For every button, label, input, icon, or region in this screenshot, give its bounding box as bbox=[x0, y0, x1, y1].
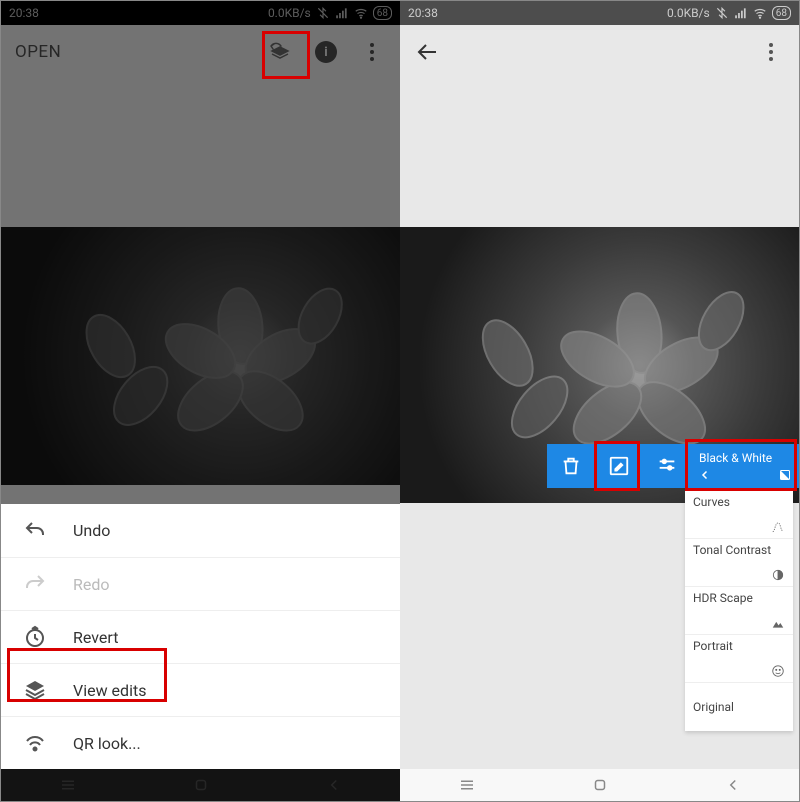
stack-label: Original bbox=[693, 700, 785, 714]
nav-bar bbox=[400, 769, 799, 801]
menu-label: Revert bbox=[73, 628, 118, 647]
image-preview bbox=[1, 227, 400, 485]
edit-stack: Curves Tonal Contrast HDR Scape Portrait… bbox=[685, 491, 793, 731]
open-button[interactable]: OPEN bbox=[15, 42, 61, 62]
nav-home-icon[interactable] bbox=[192, 776, 210, 794]
wifi-icon bbox=[753, 6, 767, 20]
menu-label: Redo bbox=[73, 575, 110, 594]
undo-icon bbox=[23, 519, 47, 543]
menu-qr-look[interactable]: QR look... bbox=[1, 716, 400, 769]
wifi-icon bbox=[354, 6, 368, 20]
nav-back-icon[interactable] bbox=[724, 776, 742, 794]
nav-recent-icon[interactable] bbox=[59, 776, 77, 794]
nav-home-icon[interactable] bbox=[591, 776, 609, 794]
tonal-icon bbox=[771, 568, 785, 582]
more-icon[interactable] bbox=[757, 38, 785, 66]
adjust-button[interactable] bbox=[643, 444, 691, 488]
stack-label: Curves bbox=[693, 495, 785, 509]
bw-icon bbox=[779, 469, 791, 481]
layers-icon bbox=[23, 678, 47, 702]
redo-icon bbox=[23, 572, 47, 596]
menu-revert[interactable]: Revert bbox=[1, 610, 400, 663]
menu-redo: Redo bbox=[1, 557, 400, 610]
delete-button[interactable] bbox=[547, 444, 595, 488]
info-icon[interactable]: i bbox=[312, 38, 340, 66]
nav-recent-icon[interactable] bbox=[458, 776, 476, 794]
more-icon[interactable] bbox=[358, 38, 386, 66]
status-time: 20:38 bbox=[9, 6, 39, 20]
status-bar: 20:38 0.0KB/s 68 bbox=[1, 1, 400, 25]
stack-item-tonal[interactable]: Tonal Contrast bbox=[685, 539, 793, 587]
status-time: 20:38 bbox=[408, 6, 438, 20]
mute-icon bbox=[715, 6, 729, 20]
current-filter-label: Black & White bbox=[699, 452, 772, 464]
curves-icon bbox=[771, 520, 785, 534]
filter-toolbar: Black & White bbox=[547, 444, 799, 488]
stack-item-hdr[interactable]: HDR Scape bbox=[685, 587, 793, 635]
menu-label: Undo bbox=[73, 521, 110, 540]
layers-icon[interactable] bbox=[266, 38, 294, 66]
menu-label: View edits bbox=[73, 681, 146, 700]
stack-item-portrait[interactable]: Portrait bbox=[685, 635, 793, 683]
edit-menu-sheet: Undo Redo Revert View edits QR look... bbox=[1, 504, 400, 769]
battery-indicator: 68 bbox=[373, 6, 392, 20]
revert-icon bbox=[23, 625, 47, 649]
stack-item-curves[interactable]: Curves bbox=[685, 491, 793, 539]
stack-item-original[interactable]: Original bbox=[685, 683, 793, 731]
toolbar: OPEN i bbox=[1, 25, 400, 79]
status-data-rate: 0.0KB/s bbox=[268, 6, 311, 20]
nav-back-icon[interactable] bbox=[325, 776, 343, 794]
status-data-rate: 0.0KB/s bbox=[667, 6, 710, 20]
stack-label: Tonal Contrast bbox=[693, 543, 785, 557]
signal-icon bbox=[335, 6, 349, 20]
portrait-icon bbox=[771, 664, 785, 678]
chevron-left-icon bbox=[699, 469, 711, 481]
menu-view-edits[interactable]: View edits bbox=[1, 663, 400, 716]
menu-undo[interactable]: Undo bbox=[1, 504, 400, 557]
stack-label: Portrait bbox=[693, 639, 785, 653]
qr-icon bbox=[23, 731, 47, 755]
back-button[interactable] bbox=[414, 38, 442, 66]
current-filter[interactable]: Black & White bbox=[691, 444, 799, 488]
mute-icon bbox=[316, 6, 330, 20]
toolbar bbox=[400, 25, 799, 79]
signal-icon bbox=[734, 6, 748, 20]
hdr-icon bbox=[771, 616, 785, 630]
phone-right: 20:38 0.0KB/s 68 bbox=[400, 1, 799, 801]
nav-bar bbox=[1, 769, 400, 801]
status-bar: 20:38 0.0KB/s 68 bbox=[400, 1, 799, 25]
stack-label: HDR Scape bbox=[693, 591, 785, 605]
phone-left: 20:38 0.0KB/s 68 OPEN i bbox=[1, 1, 400, 801]
battery-indicator: 68 bbox=[772, 6, 791, 20]
edit-button[interactable] bbox=[595, 444, 643, 488]
menu-label: QR look... bbox=[73, 734, 141, 753]
